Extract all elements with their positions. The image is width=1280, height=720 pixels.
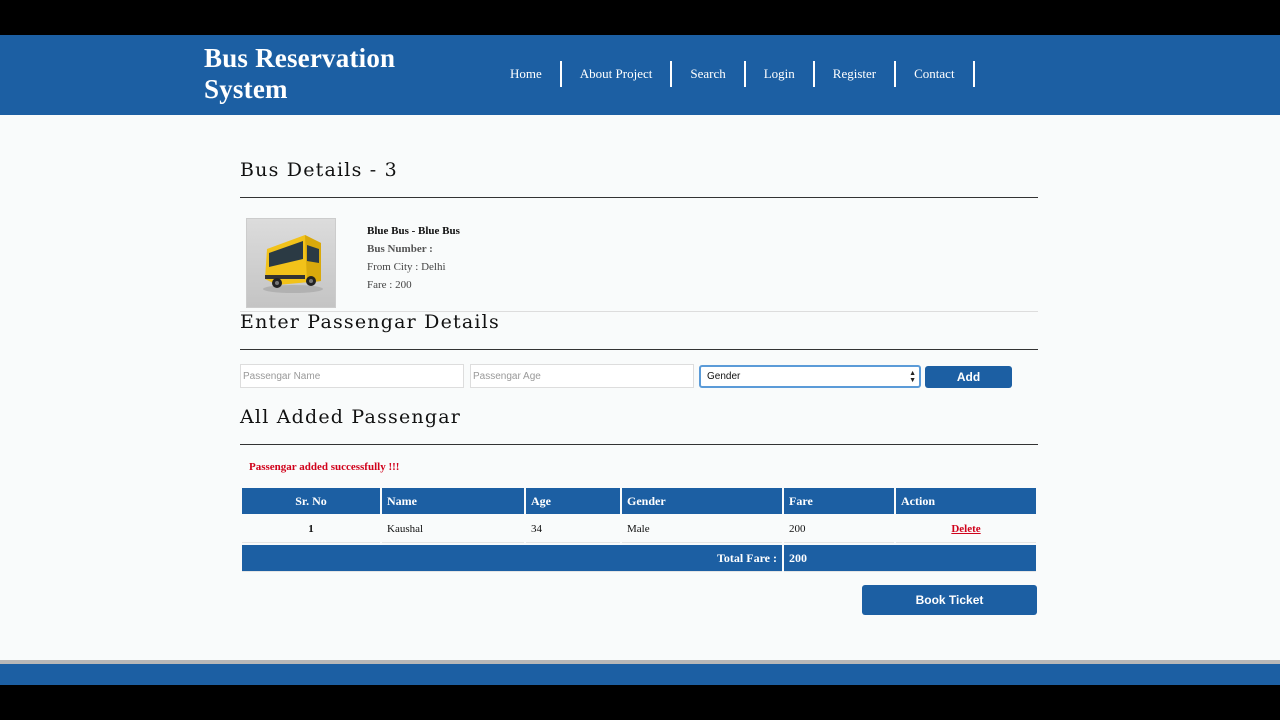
bus-info: Blue Bus - Blue Bus Bus Number : From Ci… [367,222,460,294]
site-footer [0,664,1280,685]
added-passengers-heading: All Added Passengar [240,406,462,428]
select-arrows-icon: ▲ ▼ [909,370,916,384]
book-ticket-button[interactable]: Book Ticket [862,585,1037,615]
total-row: Total Fare : 200 [242,545,1036,572]
cell-fare: 200 [784,516,894,543]
cell-gender: Male [622,516,782,543]
cell-age: 34 [526,516,620,543]
main-content: Bus Details - 3 Blue Bus - Blue Bus Bus … [0,115,1280,660]
total-fare-value: 200 [784,545,1036,572]
table-header-row: Sr. No Name Age Gender Fare Action [242,488,1036,514]
bus-fare: Fare : 200 [367,279,412,291]
delete-link[interactable]: Delete [951,523,980,535]
bus-details-heading: Bus Details - 3 [240,159,398,181]
nav-register[interactable]: Register [815,61,897,87]
col-sr-no: Sr. No [242,488,380,514]
site-header: Bus Reservation System Home About Projec… [0,35,1280,115]
divider [240,444,1038,445]
bus-name: Blue Bus - Blue Bus [367,225,460,237]
video-letterbox-bottom [0,685,1280,720]
table-row: 1 Kaushal 34 Male 200 Delete [242,516,1036,543]
nav-search[interactable]: Search [672,61,746,87]
nav-contact[interactable]: Contact [896,61,975,87]
success-message: Passengar added successfully !!! [249,461,400,473]
bus-image [246,218,336,308]
cell-action: Delete [896,516,1036,543]
col-name: Name [382,488,524,514]
col-fare: Fare [784,488,894,514]
gender-select[interactable]: Gender ▲ ▼ [699,365,921,388]
divider [240,197,1038,198]
video-letterbox-top [0,0,1280,35]
col-action: Action [896,488,1036,514]
passenger-age-input[interactable]: Passengar Age [470,364,694,388]
gender-select-value: Gender [707,371,741,382]
nav-about-project[interactable]: About Project [562,61,673,87]
bus-from-city: From City : Delhi [367,261,446,273]
col-age: Age [526,488,620,514]
main-nav: Home About Project Search Login Register… [492,61,975,87]
nav-home[interactable]: Home [492,61,562,87]
site-title[interactable]: Bus Reservation System [204,43,424,105]
bus-number: Bus Number : [367,243,433,255]
col-gender: Gender [622,488,782,514]
bus-icon [263,235,323,293]
passenger-table: Sr. No Name Age Gender Fare Action 1 Kau… [240,486,1038,574]
passenger-details-heading: Enter Passengar Details [240,311,500,333]
nav-login[interactable]: Login [746,61,815,87]
cell-name: Kaushal [382,516,524,543]
cell-sr-no: 1 [242,516,380,543]
total-fare-label: Total Fare : [242,545,782,572]
passenger-name-input[interactable]: Passengar Name [240,364,464,388]
divider [240,349,1038,350]
add-passenger-button[interactable]: Add [925,366,1012,388]
